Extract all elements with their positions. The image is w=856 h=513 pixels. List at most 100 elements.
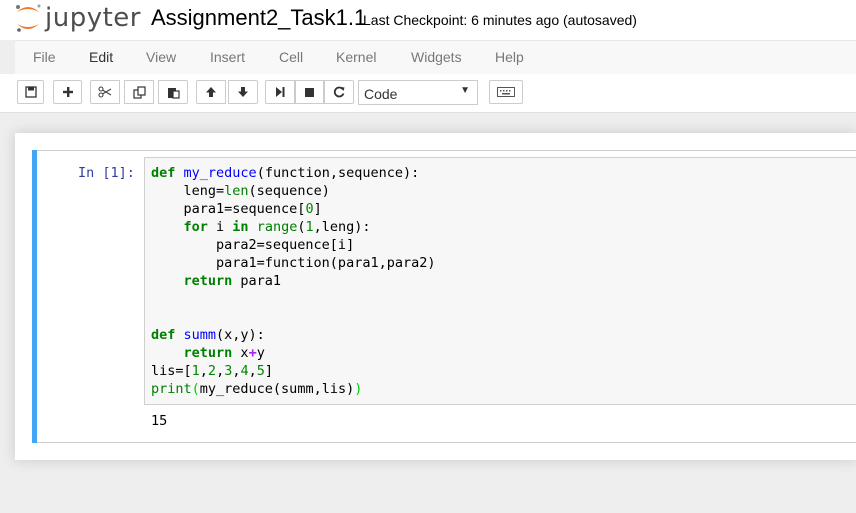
code-line: def summ(x,y):	[151, 326, 435, 344]
code-token: para1=function(para1,para2)	[151, 255, 436, 271]
code-token: 1	[305, 219, 314, 235]
code-token: lis=[	[151, 363, 192, 379]
code-token: return	[183, 345, 233, 361]
code-token: 0	[305, 201, 314, 217]
run-icon	[276, 87, 285, 97]
code-token: my_reduce	[183, 165, 257, 181]
code-token: print	[151, 381, 192, 397]
code-line: print(my_reduce(summ,lis))	[151, 380, 435, 398]
code-token: para1	[232, 273, 282, 289]
code-token: summ	[183, 327, 217, 343]
arrow-down-icon	[238, 87, 248, 97]
code-token: def	[151, 327, 176, 343]
arrow-up-icon	[206, 87, 216, 97]
cut-icon	[98, 86, 112, 98]
code-token: leng=	[151, 183, 225, 199]
menu-kernel[interactable]: Kernel	[336, 49, 376, 65]
code-token: ,	[199, 363, 208, 379]
code-line: for i in range(1,leng):	[151, 218, 435, 236]
code-token: para1=sequence[	[151, 201, 306, 217]
code-token: range	[256, 219, 298, 235]
code-token: 4	[240, 363, 249, 379]
code-line: para1=function(para1,para2)	[151, 254, 435, 272]
save-button[interactable]	[17, 80, 44, 104]
logo-text: jupyter	[45, 3, 141, 33]
code-token: (	[191, 381, 200, 397]
code-line: return para1	[151, 272, 435, 290]
jupyter-logo-icon	[16, 4, 41, 32]
code-token: ]	[313, 201, 322, 217]
code-token: (sequence)	[248, 183, 330, 199]
code-token: ,	[248, 363, 257, 379]
save-icon	[24, 86, 37, 98]
notebook-title[interactable]: Assignment2_Task1.1	[151, 5, 366, 31]
code-token: 5	[256, 363, 265, 379]
code-line: leng=len(sequence)	[151, 182, 435, 200]
command-palette-button[interactable]	[489, 80, 523, 104]
menu-file[interactable]: File	[33, 49, 56, 65]
code-line: para2=sequence[i]	[151, 236, 435, 254]
code-token: in	[232, 219, 249, 235]
restart-icon	[333, 86, 345, 98]
code-line: lis=[1,2,3,4,5]	[151, 362, 435, 380]
code-token: (x,y):	[216, 327, 265, 343]
code-token: y	[256, 345, 265, 361]
code-token: ]	[264, 363, 274, 379]
menu-edit[interactable]: Edit	[89, 49, 113, 65]
code-token: )	[354, 381, 363, 397]
code-token: return	[183, 273, 233, 289]
insert-cell-button[interactable]	[53, 80, 82, 104]
menu-insert[interactable]: Insert	[210, 49, 245, 65]
code-line: para1=sequence[0]	[151, 200, 435, 218]
code-token: i	[207, 219, 233, 235]
paste-button[interactable]	[158, 80, 188, 104]
code-token: 2	[207, 363, 217, 379]
code-block: def my_reduce(function,sequence): leng=l…	[151, 164, 435, 398]
code-line: def my_reduce(function,sequence):	[151, 164, 435, 182]
run-button[interactable]	[265, 80, 295, 104]
code-token: def	[151, 165, 176, 181]
interrupt-button[interactable]	[295, 80, 324, 104]
code-token: len	[224, 183, 249, 199]
cut-button[interactable]	[90, 80, 120, 104]
code-token: +	[248, 345, 257, 361]
code-token: (function,sequence):	[256, 165, 420, 181]
jupyter-logo[interactable]: jupyter	[14, 3, 140, 33]
menu-cell[interactable]: Cell	[279, 49, 303, 65]
restart-button[interactable]	[324, 80, 354, 104]
code-line: return x+y	[151, 344, 435, 362]
menu-view[interactable]: View	[146, 49, 176, 65]
keyboard-icon	[497, 87, 515, 97]
cell-type-select[interactable]: Code ▼	[358, 80, 478, 105]
input-prompt: In [1]:	[78, 165, 135, 181]
copy-button[interactable]	[124, 80, 154, 104]
cell-output: 15	[151, 413, 168, 429]
move-down-button[interactable]	[228, 80, 258, 104]
code-token: para2=sequence[i]	[151, 237, 355, 253]
menu-widgets[interactable]: Widgets	[411, 49, 462, 65]
code-token: ,	[216, 363, 225, 379]
stop-icon	[305, 87, 314, 97]
checkpoint-status: Last Checkpoint: 6 minutes ago (autosave…	[363, 12, 637, 28]
header-bar: jupyter Assignment2_Task1.1 Last Checkpo…	[0, 0, 856, 40]
copy-icon	[132, 85, 146, 99]
code-token: my_reduce(summ,lis)	[199, 381, 355, 397]
move-up-button[interactable]	[196, 80, 226, 104]
paste-icon	[167, 87, 180, 99]
menu-help[interactable]: Help	[495, 49, 524, 65]
cell-selection-indicator	[32, 150, 37, 443]
chevron-down-icon: ▼	[460, 85, 470, 96]
code-token: x	[232, 345, 249, 361]
code-token: ,leng):	[313, 219, 371, 235]
menu-bar: File Edit View Insert Cell Kernel Widget…	[15, 40, 856, 75]
code-token: for	[183, 219, 208, 235]
plus-icon	[62, 87, 73, 97]
code-token: 1	[191, 363, 200, 379]
